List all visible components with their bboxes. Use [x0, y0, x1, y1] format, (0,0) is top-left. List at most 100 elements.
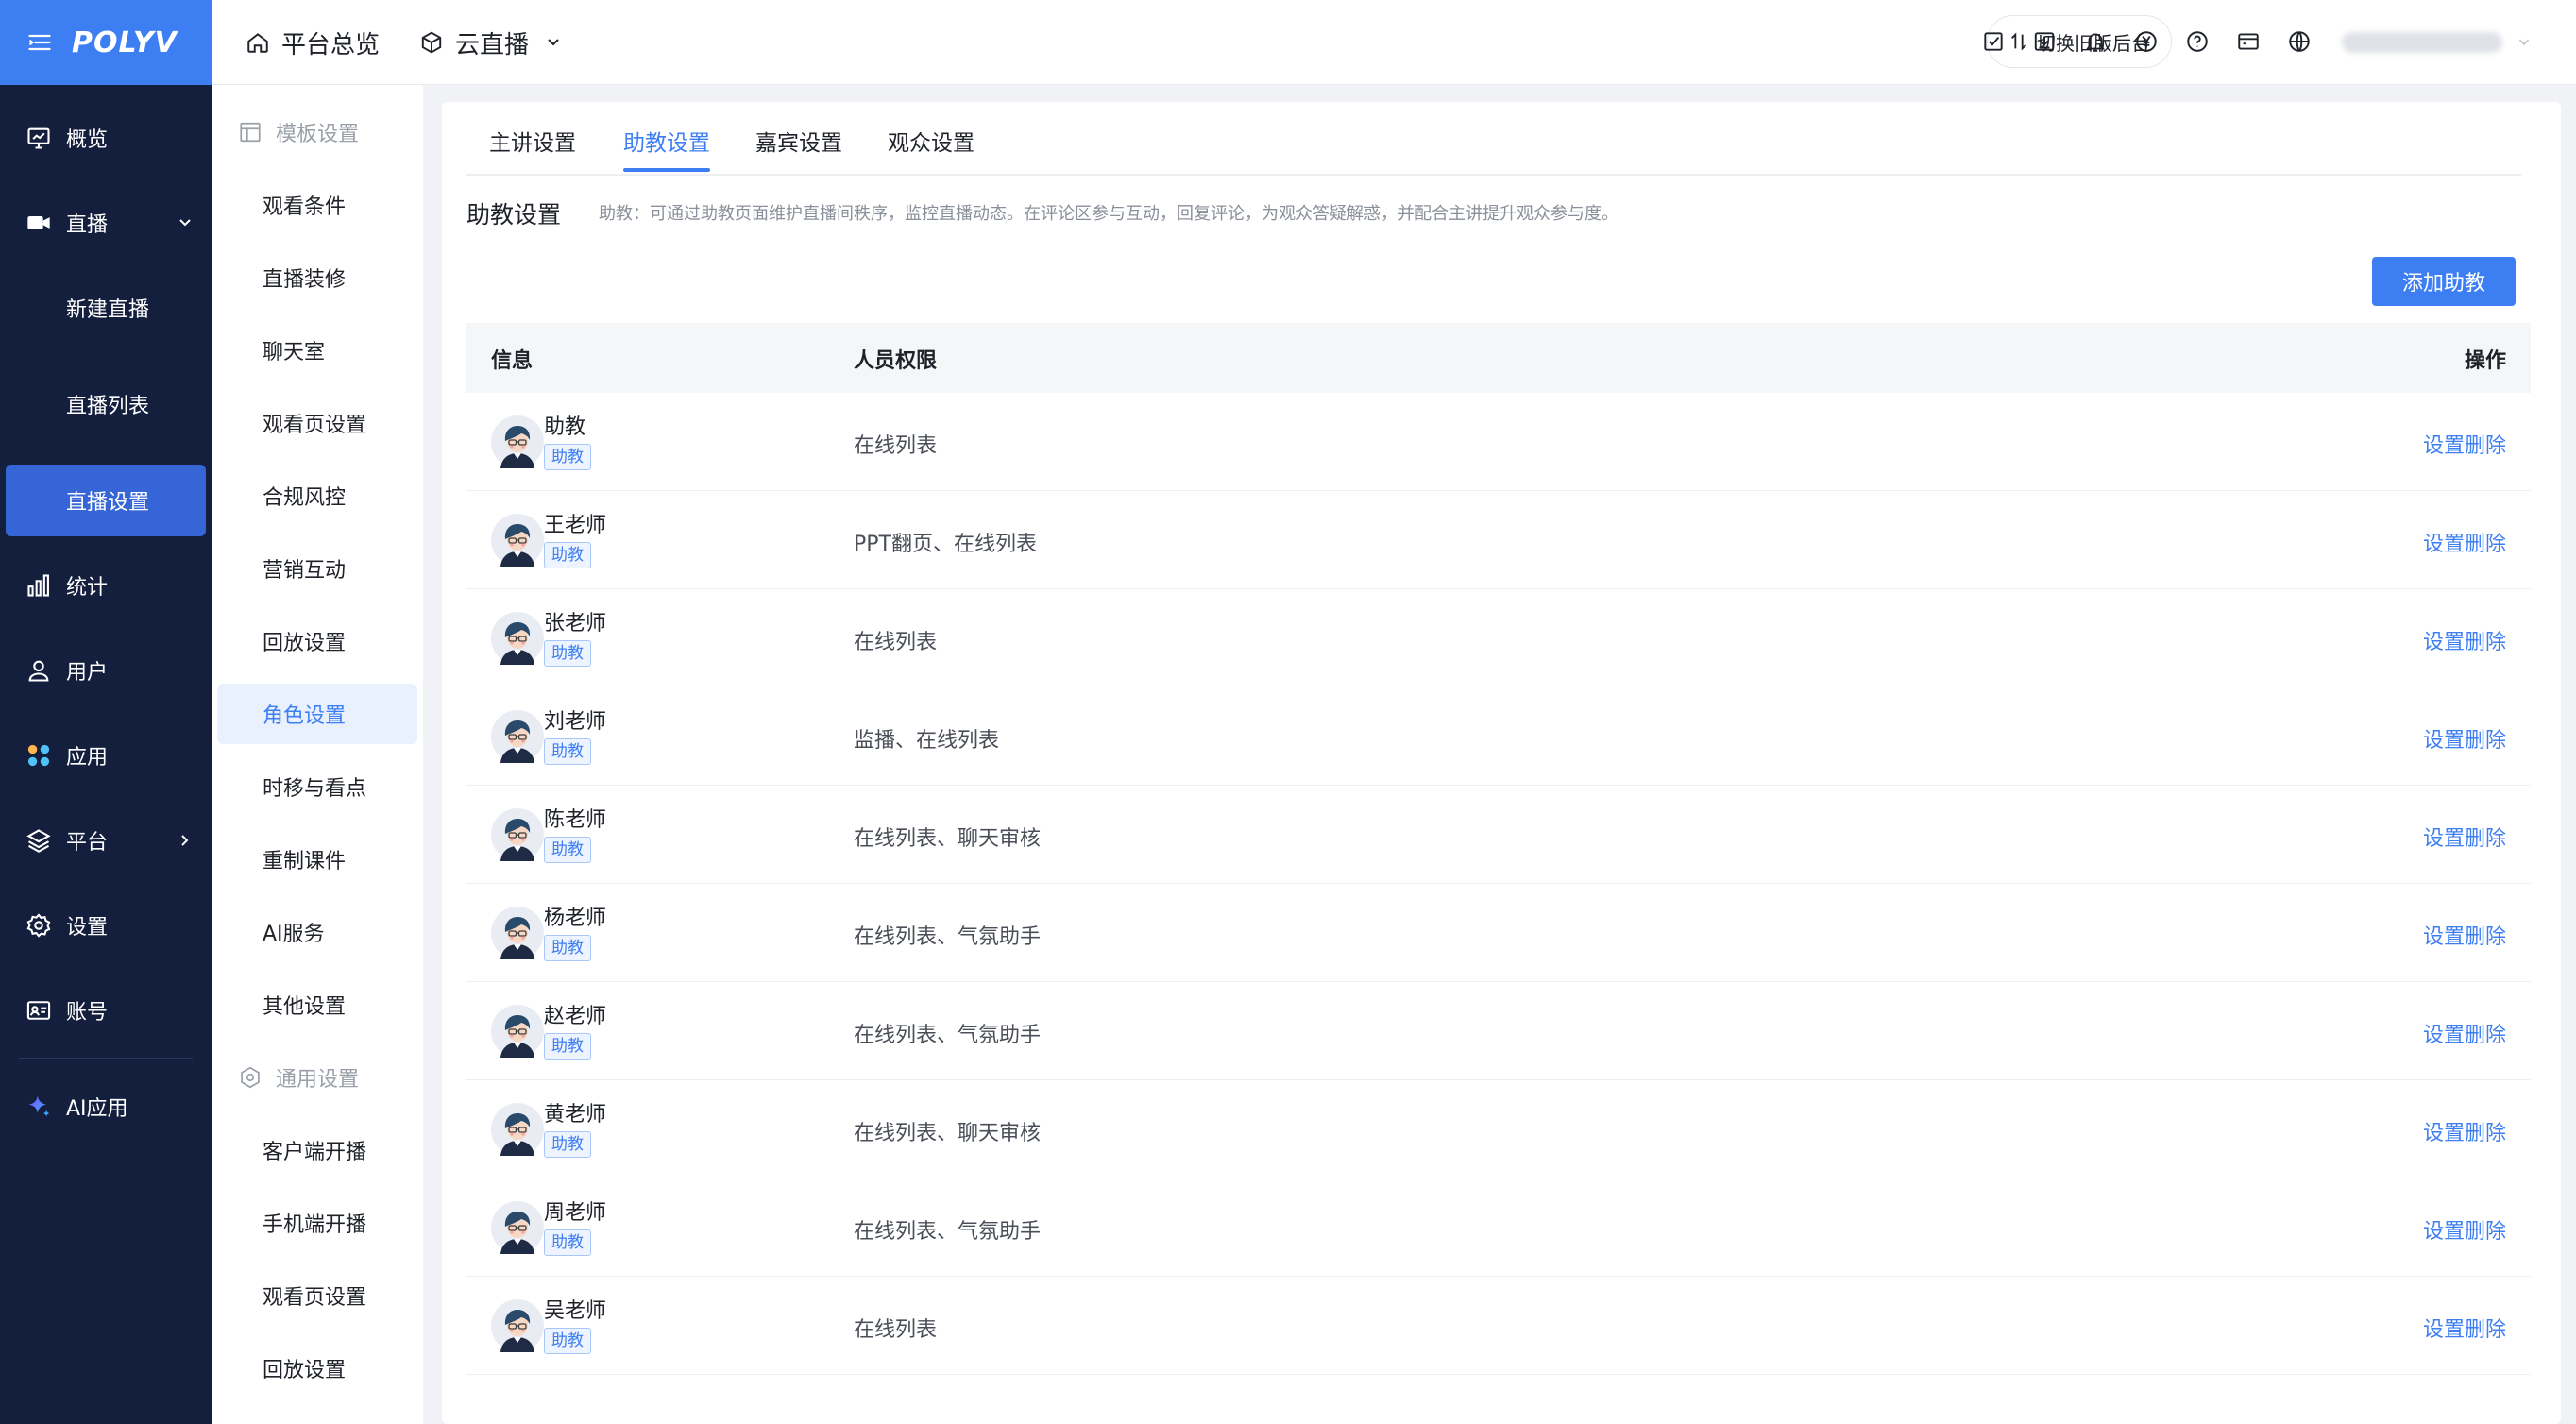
tab-presenter[interactable]: 主讲设置 [489, 125, 576, 157]
submenu-item-label: 直播装修 [263, 268, 347, 292]
submenu-item-watch-conditions[interactable]: 观看条件 [263, 186, 346, 224]
brand-logo[interactable]: POLYV [72, 26, 178, 59]
bell-icon[interactable] [2081, 27, 2110, 56]
permission-text: 在线列表 [854, 1318, 938, 1342]
submenu-item-ai-service[interactable]: AI服务 [263, 913, 325, 951]
user-account-name[interactable] [2342, 32, 2502, 53]
globe-icon[interactable] [2285, 27, 2313, 56]
sidebar-item-stats[interactable]: 统计 [0, 550, 212, 621]
sidebar-item-live-settings[interactable]: 直播设置 [6, 465, 206, 536]
assistant-name: 杨老师 [544, 907, 607, 930]
submenu-item-marketing[interactable]: 营销互动 [263, 550, 346, 587]
avatar [491, 1005, 544, 1058]
submenu-item-other[interactable]: 其他设置 [263, 986, 346, 1024]
sidebar-item-live[interactable]: 直播 [0, 187, 212, 259]
submenu-item-label: 回放设置 [263, 1359, 347, 1382]
layout-icon [240, 122, 261, 143]
monitor-chart-icon [25, 124, 53, 152]
card-icon[interactable] [2234, 27, 2262, 56]
delete-link[interactable]: 删除 [2465, 1313, 2506, 1343]
home-icon [247, 33, 268, 53]
settings-link[interactable]: 设置 [2423, 723, 2465, 754]
submenu-item-general-playback[interactable]: 回放设置 [263, 1349, 346, 1387]
help-icon[interactable] [2183, 27, 2212, 56]
section-description: 助教：可通过助教页面维护直播间秩序，监控直播动态。在评论区参与互动，回复评论，为… [599, 204, 1618, 224]
tab-audience[interactable]: 观众设置 [888, 125, 974, 157]
submenu-item-compliance[interactable]: 合规风控 [263, 477, 346, 515]
tab-assistant[interactable]: 助教设置 [623, 125, 710, 157]
delete-link[interactable]: 删除 [2465, 527, 2506, 557]
settings-link[interactable]: 设置 [2423, 527, 2465, 557]
submenu-group-label: 通用设置 [276, 1068, 360, 1092]
submenu-item-roles[interactable]: 角色设置 [263, 695, 346, 733]
delete-link[interactable]: 删除 [2465, 920, 2506, 950]
sidebar-item-live-list[interactable]: 直播列表 [0, 368, 212, 440]
role-badge: 助教 [544, 738, 591, 765]
submenu-item-chatroom[interactable]: 聊天室 [263, 331, 325, 369]
submenu-item-label: 其他设置 [263, 995, 347, 1019]
delete-link[interactable]: 删除 [2465, 429, 2506, 459]
delete-link[interactable]: 删除 [2465, 1116, 2506, 1146]
assistant-name: 黄老师 [544, 1103, 607, 1127]
permission-text: 在线列表、气氛助手 [854, 925, 1042, 949]
video-camera-icon [25, 209, 53, 237]
todo-icon[interactable] [1979, 27, 2008, 56]
sidebar-item-platform[interactable]: 平台 [0, 805, 212, 876]
settings-link[interactable]: 设置 [2423, 1214, 2465, 1245]
tab-divider [466, 174, 2521, 176]
sidebar-item-users[interactable]: 用户 [0, 635, 212, 706]
submenu-item-client-broadcast[interactable]: 客户端开播 [263, 1131, 366, 1169]
product-switcher[interactable]: 云直播 [419, 0, 574, 85]
delete-link[interactable]: 删除 [2465, 822, 2506, 852]
role-badge: 助教 [544, 1131, 591, 1158]
settings-link[interactable]: 设置 [2423, 625, 2465, 655]
settings-link[interactable]: 设置 [2423, 920, 2465, 950]
submenu-item-label: 营销互动 [263, 559, 347, 583]
sidebar-item-apps[interactable]: 应用 [0, 720, 212, 791]
settings-link[interactable]: 设置 [2423, 429, 2465, 459]
assistant-name: 刘老师 [544, 710, 607, 734]
table-header: 信息 人员权限 操作 [466, 323, 2531, 393]
download-icon[interactable] [2030, 27, 2059, 56]
settings-link[interactable]: 设置 [2423, 822, 2465, 852]
permission-text: 在线列表、气氛助手 [854, 1024, 1042, 1047]
submenu-item-label: 时移与看点 [263, 777, 367, 801]
submenu-item-playback[interactable]: 回放设置 [263, 622, 346, 660]
sidebar-item-label: 平台 [66, 831, 109, 855]
delete-link[interactable]: 删除 [2465, 1018, 2506, 1048]
sidebar-item-account[interactable]: 账号 [0, 975, 212, 1046]
avatar [491, 808, 544, 861]
submenu-item-general-watch-page[interactable]: 观看页设置 [263, 1277, 366, 1314]
delete-link[interactable]: 删除 [2465, 1214, 2506, 1245]
submenu-group-template: 模板设置 [238, 113, 359, 151]
sidebar-item-label: 直播列表 [66, 395, 150, 418]
role-badge: 助教 [544, 1033, 591, 1060]
col-header-permissions: 人员权限 [854, 349, 938, 373]
cube-icon [421, 31, 442, 54]
submenu-item-decoration[interactable]: 直播装修 [263, 259, 346, 297]
delete-link[interactable]: 删除 [2465, 723, 2506, 754]
sidebar-item-new-live[interactable]: 新建直播 [0, 272, 212, 344]
yuan-icon[interactable] [2132, 27, 2161, 56]
avatar [491, 514, 544, 567]
settings-link[interactable]: 设置 [2423, 1116, 2465, 1146]
tab-guest[interactable]: 嘉宾设置 [755, 125, 842, 157]
settings-link[interactable]: 设置 [2423, 1313, 2465, 1343]
submenu-item-mobile-broadcast[interactable]: 手机端开播 [263, 1204, 366, 1242]
role-badge: 助教 [544, 444, 591, 470]
chevron-down-icon[interactable] [2516, 34, 2533, 51]
sidebar-item-settings[interactable]: 设置 [0, 890, 212, 961]
delete-link[interactable]: 删除 [2465, 625, 2506, 655]
assistant-name: 助教 [544, 415, 586, 439]
menu-toggle-icon[interactable] [26, 29, 53, 56]
submenu-item-courseware[interactable]: 重制课件 [263, 840, 346, 878]
sidebar-item-overview[interactable]: 概览 [0, 102, 212, 174]
settings-link[interactable]: 设置 [2423, 1018, 2465, 1048]
submenu-item-watch-page[interactable]: 观看页设置 [263, 404, 366, 442]
submenu-item-timeshift[interactable]: 时移与看点 [263, 768, 366, 805]
submenu-item-label: 合规风控 [263, 486, 347, 510]
sidebar-item-ai-apps[interactable]: AI应用 [0, 1071, 212, 1143]
avatar [491, 1299, 544, 1352]
add-assistant-button[interactable]: 添加助教 [2372, 257, 2516, 306]
platform-overview-link[interactable]: 平台总览 [246, 0, 380, 85]
